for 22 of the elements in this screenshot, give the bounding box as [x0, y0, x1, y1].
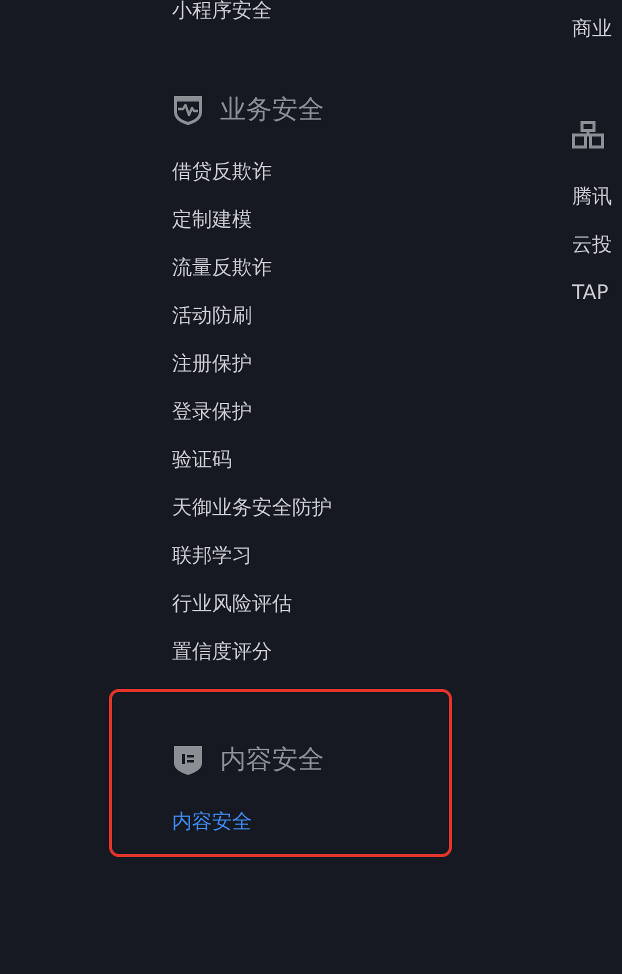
- menu-link[interactable]: 注册保护: [172, 351, 252, 375]
- menu-link[interactable]: 天御业务安全防护: [172, 495, 332, 519]
- menu-link[interactable]: 定制建模: [172, 207, 252, 231]
- menu-link[interactable]: 腾讯: [572, 184, 612, 208]
- menu-link[interactable]: 联邦学习: [172, 543, 252, 567]
- menu-link[interactable]: TAP: [572, 280, 608, 304]
- menu-link[interactable]: 小程序安全: [172, 0, 272, 22]
- menu-link[interactable]: 活动防刷: [172, 303, 252, 327]
- menu-link[interactable]: 行业风险评估: [172, 591, 292, 615]
- network-icon: [572, 121, 604, 149]
- shield-pulse-icon: [174, 96, 202, 124]
- menu-link[interactable]: 云投: [572, 232, 612, 256]
- menu-link[interactable]: 置信度评分: [172, 639, 272, 663]
- section-heading: 业务安全: [220, 95, 324, 125]
- shield-list-icon: [174, 746, 202, 774]
- menu-link[interactable]: 登录保护: [172, 399, 252, 423]
- menu-link[interactable]: 验证码: [172, 447, 232, 471]
- menu-link[interactable]: 内容安全: [172, 809, 252, 833]
- menu-link[interactable]: 商业: [572, 16, 612, 40]
- menu-link[interactable]: 借贷反欺诈: [172, 159, 272, 183]
- menu-link[interactable]: 流量反欺诈: [172, 255, 272, 279]
- section-heading: 内容安全: [220, 745, 324, 775]
